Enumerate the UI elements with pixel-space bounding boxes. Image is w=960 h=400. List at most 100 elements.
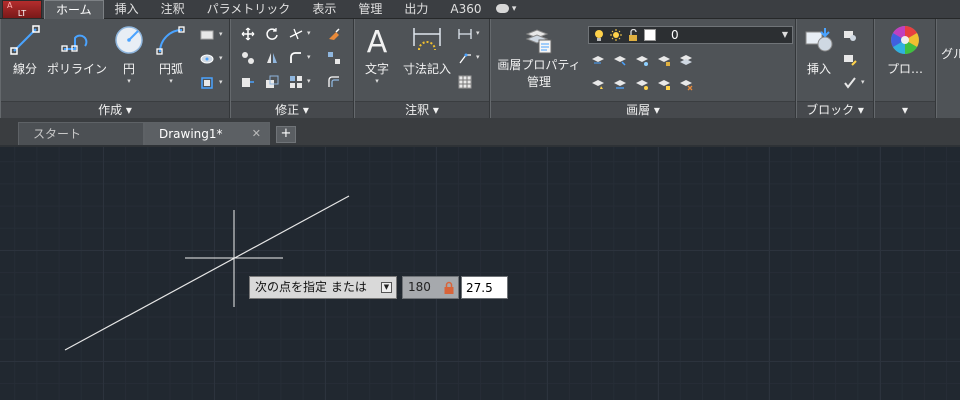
- options-dropdown-icon[interactable]: ▼: [381, 282, 392, 293]
- menu-bar: A LT ホーム 挿入 注釈 パラメトリック 表示 管理 出力 A360 ▾: [0, 0, 960, 19]
- tab-manage[interactable]: 管理: [347, 0, 393, 19]
- trim-dropdown-arrow[interactable]: ▾: [307, 29, 311, 37]
- mirror-icon[interactable]: [265, 51, 279, 65]
- layer-properties-button[interactable]: 画層プロパティ 管理: [495, 24, 583, 91]
- line-icon: [10, 25, 40, 55]
- create-block-icon[interactable]: [843, 28, 857, 42]
- layer-thaw-all-icon[interactable]: [635, 77, 649, 91]
- tab-a360[interactable]: A360: [439, 0, 492, 19]
- close-tab-icon[interactable]: ✕: [252, 123, 261, 145]
- arc-dropdown-arrow[interactable]: ▾: [153, 77, 189, 85]
- tab-output[interactable]: 出力: [393, 0, 439, 19]
- file-tab-start-label: スタート: [33, 127, 82, 141]
- circle-dropdown-arrow[interactable]: ▾: [111, 77, 147, 85]
- stretch-icon[interactable]: [241, 75, 255, 89]
- array-dropdown-arrow[interactable]: ▾: [307, 77, 311, 85]
- layer-match-icon[interactable]: [679, 53, 693, 67]
- copy-icon[interactable]: [241, 51, 255, 65]
- polyline-icon: [61, 34, 88, 52]
- circle-button[interactable]: 円 ▾: [111, 24, 147, 85]
- polyline-button[interactable]: ポリライン: [47, 24, 107, 77]
- ribbon-tabs: ホーム 挿入 注釈 パラメトリック 表示 管理 出力 A360: [44, 0, 493, 19]
- boundary-dropdown-arrow[interactable]: ▾: [219, 78, 223, 86]
- rectangle-dropdown-arrow[interactable]: ▾: [219, 30, 223, 38]
- layer-dropdown[interactable]: 0 ▼: [588, 26, 793, 44]
- fillet-icon[interactable]: [289, 51, 303, 65]
- array-icon[interactable]: [289, 75, 303, 89]
- file-tab-drawing1-label: Drawing1*: [159, 127, 223, 141]
- dimension-type-dropdown-arrow[interactable]: ▾: [476, 29, 480, 37]
- trim-icon[interactable]: [289, 27, 303, 41]
- insert-block-button[interactable]: 挿入: [801, 24, 837, 77]
- draw-panel-title[interactable]: 作成 ▾: [1, 101, 229, 118]
- table-icon[interactable]: [458, 75, 472, 89]
- explode-icon[interactable]: [327, 51, 341, 65]
- move-icon[interactable]: [241, 27, 255, 41]
- block-panel-title[interactable]: ブロック ▾: [797, 101, 873, 118]
- hatch-dropdown-arrow[interactable]: ▾: [219, 54, 223, 62]
- groups-button[interactable]: グル: [941, 45, 960, 62]
- drawing-canvas[interactable]: [0, 147, 960, 400]
- layer-freeze-icon[interactable]: [635, 53, 649, 67]
- text-dropdown-arrow[interactable]: ▾: [359, 77, 395, 85]
- layer-lock-icon[interactable]: [657, 53, 671, 67]
- layers-panel-title[interactable]: 画層 ▾: [491, 101, 795, 118]
- tab-insert[interactable]: 挿入: [104, 0, 150, 19]
- annotation-panel-title[interactable]: 注釈 ▾: [355, 101, 489, 118]
- annotation-panel-title-label: 注釈: [405, 103, 430, 117]
- angle-lock-icon[interactable]: [443, 281, 455, 294]
- insert-block-label: 挿入: [806, 62, 831, 76]
- line-button[interactable]: 線分: [7, 24, 43, 77]
- groups-panel: グル: [936, 19, 960, 118]
- edit-attributes-dropdown-arrow[interactable]: ▾: [861, 78, 865, 86]
- modify-panel-title[interactable]: 修正 ▾: [231, 101, 353, 118]
- edit-attributes-icon[interactable]: [843, 76, 857, 90]
- rectangle-icon[interactable]: [200, 28, 214, 42]
- layer-isolate-icon[interactable]: [613, 53, 627, 67]
- properties-panel-title[interactable]: ▾: [875, 101, 935, 118]
- tab-parametric[interactable]: パラメトリック: [196, 0, 302, 19]
- file-tab-start[interactable]: スタート: [18, 122, 144, 145]
- new-tab-button[interactable]: +: [276, 126, 296, 143]
- ribbon: 線分 ポリライン 円 ▾ 円弧 ▾ ▾ ▾ ▾ 作成 ▾ ▾ ▾ ▾ 修正 ▾ …: [0, 19, 960, 118]
- rotate-icon[interactable]: [265, 27, 279, 41]
- file-tabs-bar: スタート Drawing1* ✕ +: [0, 118, 960, 147]
- arc-button[interactable]: 円弧 ▾: [153, 24, 189, 85]
- linear-dimension-icon[interactable]: [458, 27, 472, 41]
- scale-icon[interactable]: [265, 75, 279, 89]
- svg-text:A: A: [367, 25, 388, 56]
- boundary-icon[interactable]: [200, 76, 214, 90]
- annotation-panel: A 文字 ▾ 寸法記入 ▾ ▾ 注釈 ▾: [354, 19, 490, 118]
- length-input[interactable]: [461, 276, 508, 299]
- text-button[interactable]: A 文字 ▾: [359, 24, 395, 85]
- layers-panel-title-label: 画層: [626, 103, 651, 117]
- file-tab-drawing1[interactable]: Drawing1* ✕: [144, 122, 270, 145]
- tab-annotate[interactable]: 注釈: [150, 0, 196, 19]
- layer-walk-icon[interactable]: [613, 77, 627, 91]
- properties-button[interactable]: プロ…: [879, 24, 931, 77]
- fillet-dropdown-arrow[interactable]: ▾: [307, 53, 311, 61]
- layer-unlock-icon: [629, 29, 637, 41]
- offset-icon[interactable]: [327, 75, 341, 89]
- layer-unlock-tool-icon[interactable]: [657, 77, 671, 91]
- autocad-window: A LT ホーム 挿入 注釈 パラメトリック 表示 管理 出力 A360 ▾ 線…: [0, 0, 960, 400]
- erase-icon[interactable]: [327, 27, 341, 41]
- edit-block-icon[interactable]: [843, 52, 857, 66]
- layer-delete-icon[interactable]: [679, 77, 693, 91]
- leader-dropdown-arrow[interactable]: ▾: [476, 53, 480, 61]
- layer-thaw-sun-icon: [610, 29, 622, 41]
- hatch-icon[interactable]: [200, 52, 214, 66]
- application-menu-button[interactable]: A LT: [2, 0, 42, 19]
- layer-make-current-icon[interactable]: [591, 77, 605, 91]
- dimension-button[interactable]: 寸法記入: [401, 24, 453, 77]
- tab-view[interactable]: 表示: [301, 0, 347, 19]
- ribbon-minimize-button[interactable]: ▾: [496, 4, 524, 15]
- tab-home[interactable]: ホーム: [44, 0, 104, 19]
- drawing-svg: [64, 195, 350, 351]
- layer-color-swatch: [644, 29, 656, 41]
- angle-field[interactable]: 180: [402, 276, 459, 299]
- dimension-icon: [413, 28, 441, 51]
- leader-icon[interactable]: [458, 51, 472, 65]
- layer-off-icon[interactable]: [591, 53, 605, 67]
- rubber-band-line: [64, 195, 350, 351]
